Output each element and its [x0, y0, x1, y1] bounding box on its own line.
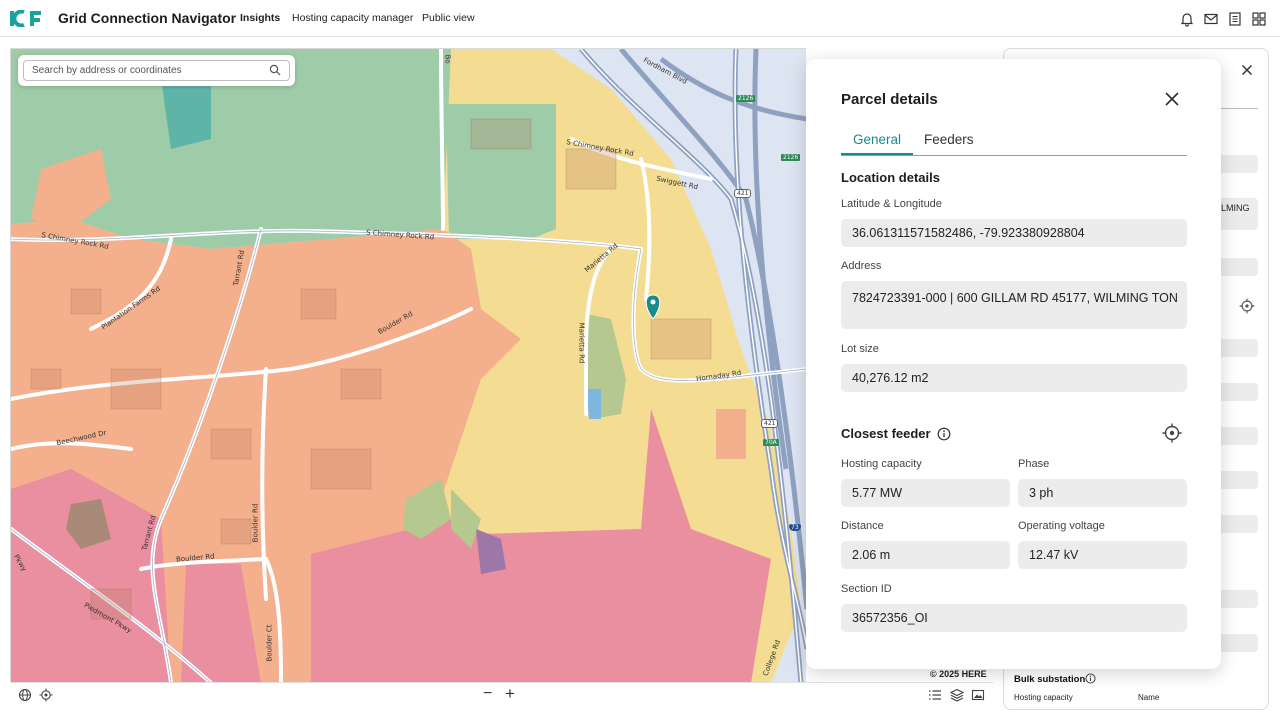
map-canvas[interactable]: Fordham Blvd S Chimney Rock Rd S Chimney…: [10, 48, 806, 682]
side-field: [1215, 427, 1258, 445]
route-shield: 2126: [781, 154, 801, 161]
side-field: [1215, 471, 1258, 489]
app-title: Grid Connection Navigator: [58, 10, 237, 26]
side-address-fragment: LMING: [1221, 203, 1250, 213]
route-shield: 73: [789, 524, 801, 531]
road-label: Boulder Rd: [251, 503, 260, 543]
lot-size-value: 40,276.12 m2: [841, 364, 1187, 392]
dialog-title: Parcel details: [841, 91, 938, 108]
side-field: [1215, 339, 1258, 357]
latlon-label: Latitude & Longitude: [841, 198, 942, 210]
location-details-heading: Location details: [841, 170, 940, 185]
bulk-substation-heading: Bulk substation: [1014, 674, 1086, 685]
search-input[interactable]: [23, 60, 290, 81]
operating-voltage-label: Operating voltage: [1018, 520, 1105, 532]
icf-logo[interactable]: [10, 10, 42, 27]
zone-orange-small: [716, 409, 746, 459]
hosting-capacity-value: 5.77 MW: [841, 479, 1010, 507]
side-field: [1215, 258, 1258, 276]
side-field: [1215, 634, 1258, 652]
route-shield: 2126: [736, 95, 756, 102]
globe-icon[interactable]: [18, 688, 32, 702]
phase-value: 3 ph: [1018, 479, 1187, 507]
distance-value: 2.06 m: [841, 541, 1010, 569]
road-label: Marietta Rd: [577, 322, 586, 364]
road-label: Bo: [443, 54, 452, 64]
target-icon[interactable]: [1238, 297, 1256, 315]
info-icon[interactable]: [1085, 673, 1096, 684]
address-label: Address: [841, 260, 882, 272]
route-shield: 70A: [763, 439, 779, 446]
layers-icon[interactable]: [950, 688, 964, 702]
latlon-value: 36.061311571582486, -79.923380928804: [841, 219, 1187, 247]
route-shield: 421: [761, 419, 779, 428]
route-shield: 421: [734, 189, 752, 198]
map-svg[interactable]: [11, 49, 806, 682]
document-icon[interactable]: [1227, 11, 1243, 27]
top-nav-bar: Grid Connection Navigator Insights Hosti…: [0, 0, 1280, 37]
column-header-hosting-capacity: Hosting capacity: [1014, 693, 1073, 702]
closest-feeder-heading: Closest feeder: [841, 426, 931, 441]
phase-label: Phase: [1018, 458, 1050, 470]
side-field: [1215, 590, 1258, 608]
close-icon[interactable]: [1239, 62, 1255, 78]
nav-hosting-capacity-manager[interactable]: Hosting capacity manager: [292, 12, 413, 24]
tab-feeders[interactable]: Feeders: [924, 132, 974, 156]
map-bottom-toolbar: [10, 682, 993, 710]
nav-insights[interactable]: Insights: [240, 12, 280, 24]
image-icon[interactable]: [971, 688, 985, 702]
tab-bar: General Feeders: [841, 129, 1187, 156]
apps-grid-icon[interactable]: [1251, 11, 1267, 27]
side-field: [1215, 383, 1258, 401]
map-attribution: © 2025 HERE: [928, 669, 989, 679]
search-panel: [18, 55, 295, 86]
side-field: [1215, 515, 1258, 533]
target-icon[interactable]: [1161, 422, 1183, 444]
close-icon[interactable]: [1163, 90, 1181, 108]
road-label: Boulder Ct: [265, 624, 274, 662]
parcel-details-dialog: Parcel details General Feeders Location …: [806, 59, 1221, 669]
zoom-in-button[interactable]: +: [505, 684, 515, 704]
hosting-capacity-label: Hosting capacity: [841, 458, 922, 470]
active-tab-indicator: [841, 153, 913, 155]
zoom-out-button[interactable]: −: [483, 685, 492, 703]
bell-icon[interactable]: [1179, 11, 1195, 27]
info-icon[interactable]: [937, 427, 951, 441]
column-header-name: Name: [1138, 693, 1160, 702]
section-id-label: Section ID: [841, 583, 892, 595]
section-id-value: 36572356_OI: [841, 604, 1187, 632]
locate-icon[interactable]: [39, 688, 53, 702]
side-divider: [1215, 108, 1258, 109]
address-value: 7824723391-000 | 600 GILLAM RD 45177, WI…: [841, 281, 1187, 329]
distance-label: Distance: [841, 520, 884, 532]
lot-size-label: Lot size: [841, 343, 879, 355]
list-icon[interactable]: [928, 688, 942, 702]
search-icon[interactable]: [269, 64, 281, 76]
mail-icon[interactable]: [1203, 11, 1219, 27]
operating-voltage-value: 12.47 kV: [1018, 541, 1187, 569]
side-field: [1215, 155, 1258, 173]
nav-public-view[interactable]: Public view: [422, 12, 475, 24]
